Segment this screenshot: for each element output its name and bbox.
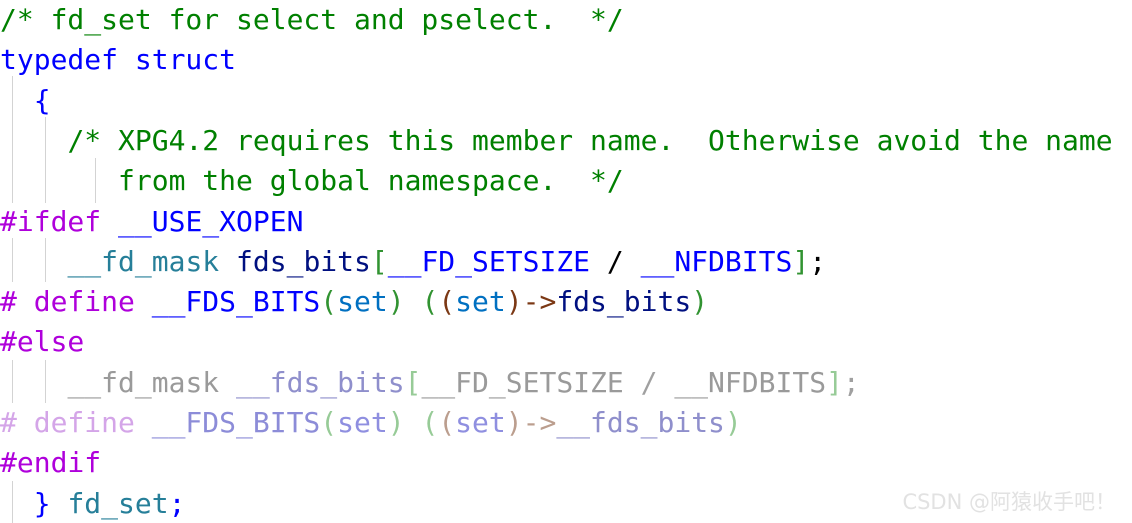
code-line[interactable]: /* XPG4.2 requires this member name. Oth… [0, 121, 1132, 161]
code-token: } [33, 486, 51, 520]
code-line[interactable]: __fd_mask __fds_bits[__FD_SETSIZE / __NF… [0, 363, 1132, 403]
code-line[interactable]: # define __FDS_BITS(set) ((set)->fds_bit… [0, 282, 1132, 322]
code-token: / [590, 244, 641, 278]
code-token: ) [505, 406, 523, 439]
code-line[interactable]: __fd_mask fds_bits[__FD_SETSIZE / __NFDB… [0, 242, 1132, 282]
code-token: __USE_XOPEN [118, 204, 304, 238]
code-token: ( [320, 406, 338, 439]
code-token: /* fd_set for select and pselect. */ [0, 3, 624, 36]
code-token: [ [370, 244, 388, 278]
code-token: set [455, 406, 506, 439]
code-token: / [623, 365, 675, 399]
code-token: __fds_bits [556, 406, 725, 439]
code-token: from the global namespace. */ [118, 164, 624, 198]
code-token: typedef struct [0, 43, 237, 77]
code-token: # define [0, 285, 152, 319]
code-token: -> [522, 406, 557, 439]
code-token: __FDS_BITS [151, 406, 321, 439]
code-token: #else [0, 325, 85, 359]
code-token: ( [438, 285, 456, 319]
code-token: [ [404, 365, 422, 399]
code-editor: /* fd_set for select and pselect. */ type… [0, 0, 1132, 523]
code-token: #endif [0, 446, 102, 480]
code-line[interactable]: typedef struct [0, 40, 1132, 80]
code-token: __FD_SETSIZE [387, 244, 591, 278]
code-line[interactable]: from the global namespace. */ [0, 161, 1132, 201]
code-token: ) [387, 285, 405, 319]
code-token: ; [809, 244, 827, 278]
code-token: ( [438, 406, 456, 439]
code-token: ( [421, 406, 439, 439]
code-line[interactable]: #endif [0, 443, 1132, 483]
code-token: __fd_mask [67, 244, 220, 278]
code-line[interactable]: { [0, 81, 1132, 121]
code-content-area[interactable]: /* fd_set for select and pselect. */ type… [0, 0, 1132, 523]
code-token: __NFDBITS [674, 365, 827, 399]
code-token: ; [842, 365, 860, 399]
code-token: __FDS_BITS [151, 285, 321, 319]
code-token: set [455, 285, 506, 319]
code-token: ] [792, 244, 810, 278]
code-token: ( [320, 285, 338, 319]
code-token: ) [387, 406, 405, 439]
code-line[interactable]: # define __FDS_BITS(set) ((set)->__fds_b… [0, 403, 1132, 443]
code-token: /* XPG4.2 requires this member name. Oth… [67, 123, 1113, 157]
code-token: set [337, 285, 388, 319]
code-token: fds_bits [236, 244, 371, 278]
code-token: ; [168, 486, 186, 520]
code-token: __NFDBITS [640, 244, 793, 278]
csdn-watermark: CSDN @阿猿收手吧！ [902, 490, 1116, 514]
code-token: __fd_mask [67, 365, 220, 399]
code-token: -> [522, 285, 557, 319]
code-line[interactable]: #ifdef __USE_XOPEN [0, 202, 1132, 242]
code-token: fd_set [67, 486, 169, 520]
code-token: fds_bits [556, 285, 692, 319]
code-token: { [33, 83, 51, 117]
code-token: __FD_SETSIZE [421, 365, 624, 399]
code-token: ( [421, 285, 439, 319]
code-token: set [337, 406, 388, 439]
code-token: #ifdef [0, 204, 119, 238]
code-token: __fds_bits [236, 365, 405, 399]
code-token: ) [724, 406, 742, 439]
code-token: ) [691, 285, 709, 319]
code-token: ) [505, 285, 523, 319]
code-token: # define [0, 406, 152, 439]
code-line[interactable]: #else [0, 322, 1132, 362]
code-line[interactable]: /* fd_set for select and pselect. */ [0, 0, 1132, 40]
code-token: ] [826, 365, 843, 399]
